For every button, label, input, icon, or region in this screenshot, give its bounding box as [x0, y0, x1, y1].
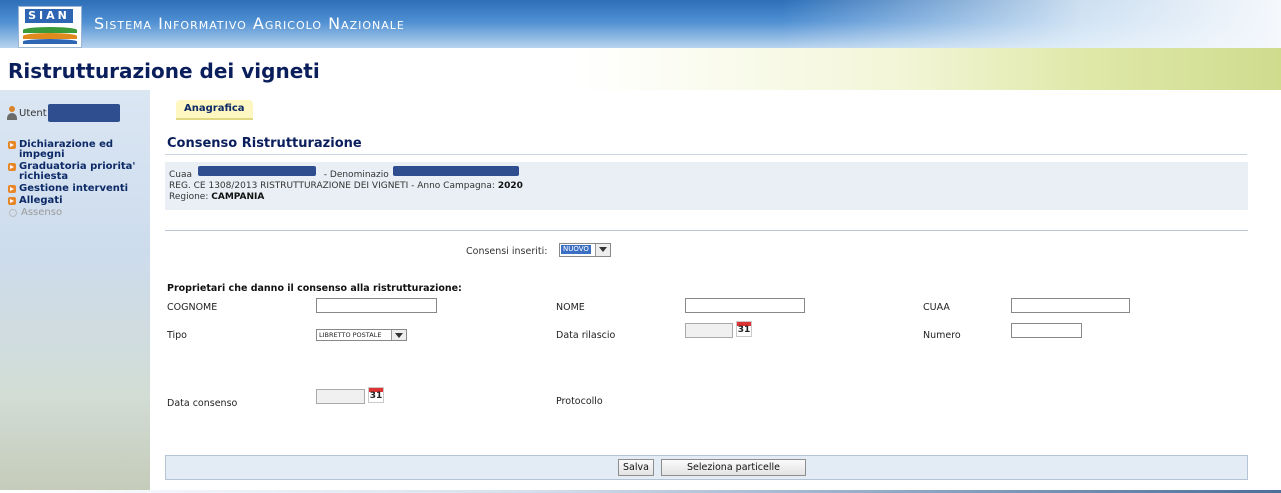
nome-label: NOME	[556, 302, 585, 313]
anno-value: 2020	[497, 181, 523, 191]
user-info: Utent	[6, 104, 120, 122]
data-rilascio-label: Data rilascio	[556, 330, 616, 341]
cognome-input[interactable]	[316, 298, 437, 313]
sidebar-item-graduatoria[interactable]: Graduatoria priorita' richiesta	[8, 162, 148, 182]
tipo-label: Tipo	[167, 330, 187, 341]
tab-anagrafica[interactable]: Anagrafica	[176, 100, 253, 120]
info-box: Cuaa - Denominazio REG. CE 1308/2013 RIS…	[165, 162, 1248, 210]
app-header: SIAN Sistema Informativo Agricolo Nazion…	[0, 0, 1281, 48]
salva-button[interactable]: Salva	[618, 459, 654, 476]
side-menu: Dichiarazione ed impegni Graduatoria pri…	[8, 140, 148, 220]
sidebar-item-label: Graduatoria priorita' richiesta	[19, 161, 136, 182]
sidebar: Utent Dichiarazione ed impegni Graduator…	[0, 90, 150, 493]
calendar-icon[interactable]: 31	[368, 387, 384, 403]
redacted-username	[47, 104, 120, 122]
title-band: Ristrutturazione dei vigneti	[0, 48, 1281, 90]
arrow-bullet-icon	[8, 141, 16, 149]
data-rilascio-input[interactable]	[685, 323, 733, 338]
chevron-down-icon	[391, 330, 406, 340]
data-consenso-input[interactable]	[316, 389, 365, 404]
sidebar-item-dichiarazione[interactable]: Dichiarazione ed impegni	[8, 140, 148, 160]
protocollo-label: Protocollo	[556, 396, 603, 407]
cuaa-label: Cuaa	[169, 170, 193, 180]
header-fade	[781, 0, 1281, 48]
divider	[165, 230, 1248, 231]
consensi-selected: NUOVO	[561, 245, 591, 254]
cognome-label: COGNOME	[167, 302, 218, 313]
reg-line: REG. CE 1308/2013 RISTRUTTURAZIONE DEI V…	[169, 181, 523, 191]
page-title: Ristrutturazione dei vigneti	[8, 59, 320, 83]
arrow-bullet-icon	[8, 197, 16, 205]
sidebar-item-allegati[interactable]: Allegati	[8, 196, 148, 206]
user-label: Utent	[19, 107, 47, 119]
sidebar-item-label: Allegati	[19, 195, 63, 206]
sidebar-item-label: Dichiarazione ed impegni	[19, 139, 114, 160]
arrow-bullet-icon	[8, 185, 16, 193]
sian-logo: SIAN	[18, 6, 82, 48]
circle-bullet-icon	[9, 209, 17, 217]
redacted-cuaa	[198, 166, 316, 176]
proprietari-label: Proprietari che danno il consenso alla r…	[167, 283, 462, 294]
numero-input[interactable]	[1011, 323, 1082, 338]
user-icon	[6, 106, 17, 120]
numero-label: Numero	[923, 330, 961, 341]
sidebar-item-gestione-interventi[interactable]: Gestione interventi	[8, 184, 148, 194]
chevron-down-icon	[595, 244, 610, 256]
consensi-select[interactable]: NUOVO	[559, 243, 611, 257]
logo-text: SIAN	[25, 9, 73, 23]
cuaa-input[interactable]	[1011, 298, 1130, 313]
redacted-denominazione	[393, 166, 519, 176]
data-consenso-label: Data consenso	[167, 398, 238, 409]
tipo-selected: LIBRETTO POSTALE	[319, 331, 382, 339]
regione-line: Regione: CAMPANIA	[169, 192, 264, 202]
button-bar: Salva Seleziona particelle	[165, 455, 1248, 480]
sidebar-item-assenso[interactable]: Assenso	[8, 208, 148, 218]
denominazione-label: - Denominazio	[323, 170, 389, 180]
divider	[165, 154, 1247, 155]
regione-label: Regione:	[169, 192, 209, 202]
system-title: Sistema Informativo Agricolo Nazionale	[94, 14, 405, 33]
consensi-label: Consensi inseriti:	[466, 246, 548, 257]
arrow-bullet-icon	[8, 163, 16, 171]
reg-text: REG. CE 1308/2013 RISTRUTTURAZIONE DEI V…	[169, 181, 495, 191]
regione-value: CAMPANIA	[211, 192, 265, 202]
seleziona-particelle-button[interactable]: Seleziona particelle	[661, 459, 806, 476]
calendar-icon[interactable]: 31	[736, 321, 752, 337]
cuaa-field-label: CUAA	[923, 302, 950, 313]
section-title: Consenso Ristrutturazione	[167, 136, 362, 151]
nome-input[interactable]	[685, 298, 805, 313]
sidebar-item-label: Assenso	[21, 207, 63, 218]
tipo-select[interactable]: LIBRETTO POSTALE	[316, 329, 407, 341]
sidebar-item-label: Gestione interventi	[19, 183, 129, 194]
